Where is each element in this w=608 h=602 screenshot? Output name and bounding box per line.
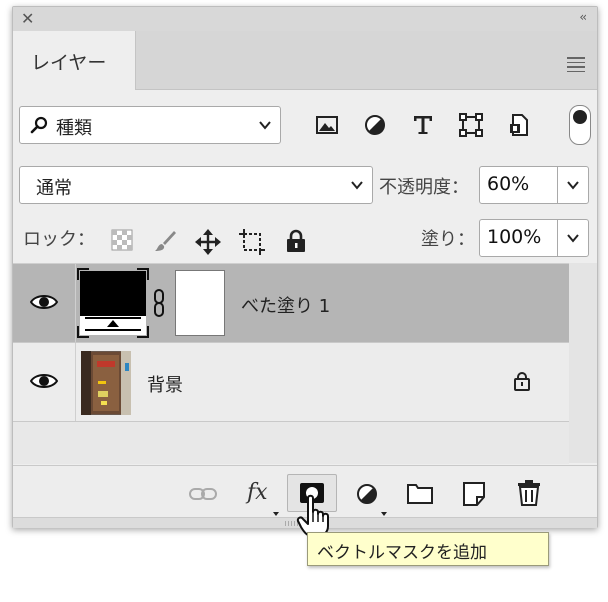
kind-filter-label: 種類 xyxy=(56,118,92,139)
trash-icon[interactable] xyxy=(517,480,541,506)
chevron-down-icon xyxy=(351,181,363,190)
blend-mode-value: 通常 xyxy=(36,178,72,199)
opacity-field[interactable]: 60% xyxy=(479,166,589,204)
fill-field[interactable]: 100% xyxy=(479,219,589,257)
search-icon xyxy=(30,116,48,134)
tab-bar: レイヤー xyxy=(13,31,597,90)
opacity-label: 不透明度： xyxy=(379,177,469,198)
fill-value: 100% xyxy=(487,226,542,248)
lock-position-icon[interactable] xyxy=(195,229,221,255)
layer-mask-thumbnail[interactable] xyxy=(175,270,225,336)
layer-name[interactable]: べた塗り 1 xyxy=(241,292,330,318)
opacity-value: 60% xyxy=(487,173,530,195)
tooltip: ベクトルマスクを追加 xyxy=(307,532,549,566)
tooltip-text: ベクトルマスクを追加 xyxy=(317,543,487,563)
visibility-toggle[interactable] xyxy=(13,264,76,342)
lock-image-pixels-icon[interactable] xyxy=(153,229,177,253)
image-filter-icon[interactable] xyxy=(315,113,339,137)
eye-icon xyxy=(30,374,58,388)
shape-filter-icon[interactable] xyxy=(459,113,483,137)
chevron-down-icon xyxy=(259,121,271,130)
visibility-toggle[interactable] xyxy=(13,343,76,421)
layers-scrollbar[interactable] xyxy=(569,263,597,463)
layers-list: べた塗り 1 背景 xyxy=(13,263,569,464)
lock-artboard-icon[interactable] xyxy=(239,229,265,255)
panel-menu-icon[interactable] xyxy=(567,57,585,75)
lock-transparent-pixels-icon[interactable] xyxy=(111,229,133,251)
link-icon[interactable] xyxy=(153,289,165,317)
layers-panel: ✕ ‹‹ レイヤー 種類 通常 不透明度： 60% ロック： 塗り： 100% … xyxy=(12,6,598,528)
filter-toggle[interactable] xyxy=(569,105,591,145)
panel-titlebar: ✕ ‹‹ xyxy=(13,7,597,31)
tab-layers[interactable]: レイヤー xyxy=(13,31,136,90)
layer-row-fill[interactable]: べた塗り 1 xyxy=(13,264,569,343)
kind-filter-select[interactable]: 種類 xyxy=(19,106,281,144)
lock-all-icon[interactable] xyxy=(285,229,307,253)
layer-name[interactable]: 背景 xyxy=(147,371,183,397)
adjustment-layer-icon[interactable] xyxy=(355,482,379,506)
eye-icon xyxy=(30,295,58,309)
adjustment-filter-icon[interactable] xyxy=(363,113,387,137)
lock-label: ロック： xyxy=(23,229,95,250)
link-layers-icon[interactable] xyxy=(189,488,217,500)
lock-icon xyxy=(514,372,530,391)
fx-menu-indicator xyxy=(273,512,279,516)
collapse-icon[interactable]: ‹‹ xyxy=(579,10,586,24)
chevron-down-icon xyxy=(567,181,579,190)
fill-dropdown[interactable] xyxy=(557,220,588,256)
blend-mode-select[interactable]: 通常 xyxy=(19,166,373,204)
fx-icon[interactable]: fx xyxy=(247,480,268,505)
close-icon[interactable]: ✕ xyxy=(21,9,34,28)
opacity-dropdown[interactable] xyxy=(557,167,588,203)
fill-layer-thumbnail[interactable] xyxy=(77,268,149,338)
folder-icon[interactable] xyxy=(407,482,433,504)
adjustment-menu-indicator xyxy=(381,512,387,516)
fill-label: 塗り： xyxy=(421,229,475,250)
background-layer-thumbnail[interactable] xyxy=(81,351,131,415)
smart-object-filter-icon[interactable] xyxy=(507,113,531,137)
tab-layers-label: レイヤー xyxy=(31,52,107,74)
layer-row-background[interactable]: 背景 xyxy=(13,343,569,422)
type-filter-icon[interactable] xyxy=(411,113,435,137)
chevron-down-icon xyxy=(567,234,579,243)
new-layer-icon[interactable] xyxy=(463,482,485,506)
